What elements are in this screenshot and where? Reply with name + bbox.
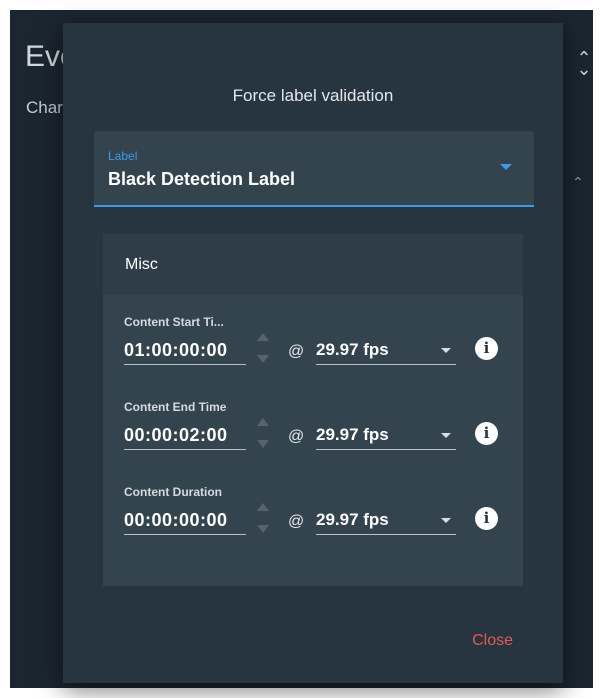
dropdown-caret-icon[interactable]: [441, 348, 451, 353]
increment-arrow-icon[interactable]: [257, 333, 269, 341]
decrement-arrow-icon[interactable]: [257, 525, 269, 533]
content-duration-stepper[interactable]: [256, 501, 270, 537]
content-duration-input[interactable]: 00:00:00:00: [124, 505, 246, 535]
force-label-validation-dialog: Force label validation Label Black Detec…: [63, 23, 563, 683]
content-end-time-label: Content End Time: [124, 400, 227, 414]
misc-panel: Misc Content Start Ti... 01:00:00:00 @ 2…: [103, 234, 523, 586]
info-icon[interactable]: i: [475, 422, 498, 445]
misc-header: Misc: [103, 234, 523, 295]
collapse-icon[interactable]: ⌃ ⌄: [574, 49, 594, 78]
content-end-time-row: Content End Time 00:00:02:00 @ 29.97 fps…: [124, 400, 504, 470]
chevron-up-icon[interactable]: ⌃: [572, 174, 584, 191]
info-icon[interactable]: i: [475, 507, 498, 530]
content-start-time-stepper[interactable]: [256, 331, 270, 367]
increment-arrow-icon[interactable]: [257, 503, 269, 511]
dropdown-caret-icon[interactable]: [500, 164, 512, 170]
increment-arrow-icon[interactable]: [257, 418, 269, 426]
close-button[interactable]: Close: [472, 632, 513, 650]
content-end-fps-select[interactable]: 29.97 fps: [316, 420, 456, 450]
fps-value: 29.97 fps: [316, 510, 389, 529]
at-symbol: @: [288, 428, 305, 445]
decrement-arrow-icon[interactable]: [257, 440, 269, 448]
content-start-time-row: Content Start Ti... 01:00:00:00 @ 29.97 …: [124, 315, 504, 385]
info-icon[interactable]: i: [475, 337, 498, 360]
content-start-time-label: Content Start Ti...: [124, 315, 224, 329]
content-duration-fps-select[interactable]: 29.97 fps: [316, 505, 456, 535]
label-select-value: Black Detection Label: [108, 169, 296, 189]
fps-value: 29.97 fps: [316, 425, 389, 444]
dialog-title: Force label validation: [232, 86, 394, 105]
decrement-arrow-icon[interactable]: [257, 355, 269, 363]
at-symbol: @: [288, 343, 305, 360]
content-start-time-input[interactable]: 01:00:00:00: [124, 335, 246, 365]
content-duration-label: Content Duration: [124, 485, 222, 499]
dropdown-caret-icon[interactable]: [441, 518, 451, 523]
background-subtitle: Char: [26, 98, 63, 117]
label-select-floating-label: Label: [108, 149, 138, 163]
content-end-time-input[interactable]: 00:00:02:00: [124, 420, 246, 450]
content-duration-row: Content Duration 00:00:00:00 @ 29.97 fps…: [124, 485, 504, 555]
at-symbol: @: [288, 513, 305, 530]
content-end-time-stepper[interactable]: [256, 416, 270, 452]
fps-value: 29.97 fps: [316, 340, 389, 359]
content-start-fps-select[interactable]: 29.97 fps: [316, 335, 456, 365]
label-select[interactable]: Label Black Detection Label: [94, 131, 534, 207]
dropdown-caret-icon[interactable]: [441, 433, 451, 438]
